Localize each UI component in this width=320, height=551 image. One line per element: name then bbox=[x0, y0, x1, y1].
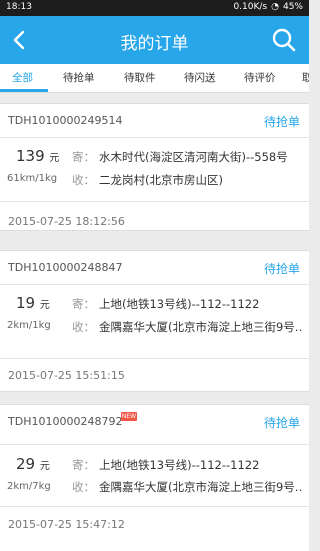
order-tabs: 全部 待抢单 待取件 待闪送 待评价 取 bbox=[0, 64, 309, 93]
order-status: 待抢单 bbox=[263, 416, 300, 430]
receiver-address: 收： 金隅嘉华大厦(北京市海淀上地三街9号… bbox=[72, 479, 302, 495]
app-bar: 我的订单 bbox=[0, 16, 309, 64]
status-right: 0.10K/s ◔ 45% bbox=[233, 2, 303, 12]
price-unit: 元 bbox=[39, 461, 50, 472]
receiver-address: 收： 二龙岗村(北京市房山区) bbox=[72, 172, 302, 188]
order-price: 139 元 bbox=[16, 147, 59, 165]
order-card[interactable]: TDH1010000248847 待抢单 19 元 2km/1kg 寄： 上地(地… bbox=[0, 250, 309, 392]
order-datetime: 2015-07-25 18:12:56 bbox=[8, 215, 125, 228]
receiver-label: 收： bbox=[72, 173, 95, 187]
order-price: 29 元 bbox=[16, 455, 50, 473]
new-badge: NEW bbox=[121, 412, 137, 421]
active-tab-indicator bbox=[0, 89, 48, 92]
divider bbox=[0, 201, 309, 202]
sender-address: 寄： 上地(地铁13号线)--112--1122 bbox=[72, 296, 302, 312]
receiver-label: 收： bbox=[72, 320, 95, 334]
distance-weight: 2km/1kg bbox=[7, 320, 51, 331]
order-card[interactable]: TDH1010000249514 待抢单 139 元 61km/1kg 寄： 水木… bbox=[0, 103, 309, 231]
tab-cancelled[interactable]: 取 bbox=[302, 70, 309, 85]
tab-pending-grab[interactable]: 待抢单 bbox=[63, 70, 95, 85]
tab-pending-delivery[interactable]: 待闪送 bbox=[184, 70, 216, 85]
receiver-address: 收： 金隅嘉华大厦(北京市海淀上地三街9号… bbox=[72, 319, 302, 335]
price-unit: 元 bbox=[39, 300, 50, 311]
order-card[interactable]: TDH1010000248792 NEW 待抢单 29 元 2km/7kg 寄：… bbox=[0, 404, 309, 551]
sender-label: 寄： bbox=[72, 297, 95, 311]
sender-address: 寄： 水木时代(海淀区清河南大街)--558号 bbox=[72, 149, 302, 165]
tab-pending-pickup[interactable]: 待取件 bbox=[124, 70, 156, 85]
sender-label: 寄： bbox=[72, 150, 95, 164]
sender-address: 寄： 上地(地铁13号线)--112--1122 bbox=[72, 457, 302, 473]
order-status: 待抢单 bbox=[263, 115, 300, 129]
divider bbox=[0, 137, 309, 138]
divider bbox=[0, 358, 309, 359]
tab-pending-review[interactable]: 待评价 bbox=[244, 70, 276, 85]
sender-text: 水木时代(海淀区清河南大街)--558号 bbox=[99, 150, 288, 164]
price-value: 29 bbox=[16, 455, 36, 473]
order-status: 待抢单 bbox=[263, 262, 300, 276]
sender-text: 上地(地铁13号线)--112--1122 bbox=[99, 297, 260, 311]
divider bbox=[0, 284, 309, 285]
receiver-label: 收： bbox=[72, 480, 95, 494]
price-value: 19 bbox=[16, 294, 36, 312]
order-id: TDH1010000248847 bbox=[8, 261, 123, 274]
distance-weight: 61km/1kg bbox=[7, 173, 58, 184]
page-title: 我的订单 bbox=[120, 34, 189, 54]
sender-text: 上地(地铁13号线)--112--1122 bbox=[99, 458, 260, 472]
price-unit: 元 bbox=[49, 153, 60, 164]
order-price: 19 元 bbox=[16, 294, 50, 312]
divider bbox=[0, 506, 309, 507]
receiver-text: 金隅嘉华大厦(北京市海淀上地三街9号… bbox=[99, 320, 302, 334]
order-id: TDH1010000248792 bbox=[8, 415, 123, 428]
network-speed: 0.10K/s bbox=[233, 2, 268, 12]
wifi-icon: ◔ bbox=[271, 2, 279, 12]
price-value: 139 bbox=[16, 147, 45, 165]
order-id: TDH1010000249514 bbox=[8, 114, 123, 127]
status-time: 18:13 bbox=[6, 2, 32, 12]
divider bbox=[0, 444, 309, 445]
distance-weight: 2km/7kg bbox=[7, 481, 51, 492]
order-datetime: 2015-07-25 15:51:15 bbox=[8, 369, 125, 382]
order-datetime: 2015-07-25 15:47:12 bbox=[8, 518, 125, 531]
tab-all[interactable]: 全部 bbox=[12, 70, 33, 85]
receiver-text: 二龙岗村(北京市房山区) bbox=[99, 173, 223, 187]
sender-label: 寄： bbox=[72, 458, 95, 472]
search-icon[interactable] bbox=[271, 27, 297, 53]
receiver-text: 金隅嘉华大厦(北京市海淀上地三街9号… bbox=[99, 480, 302, 494]
battery-level: 45% bbox=[282, 2, 303, 12]
status-bar: 18:13 0.10K/s ◔ 45% bbox=[0, 0, 309, 16]
